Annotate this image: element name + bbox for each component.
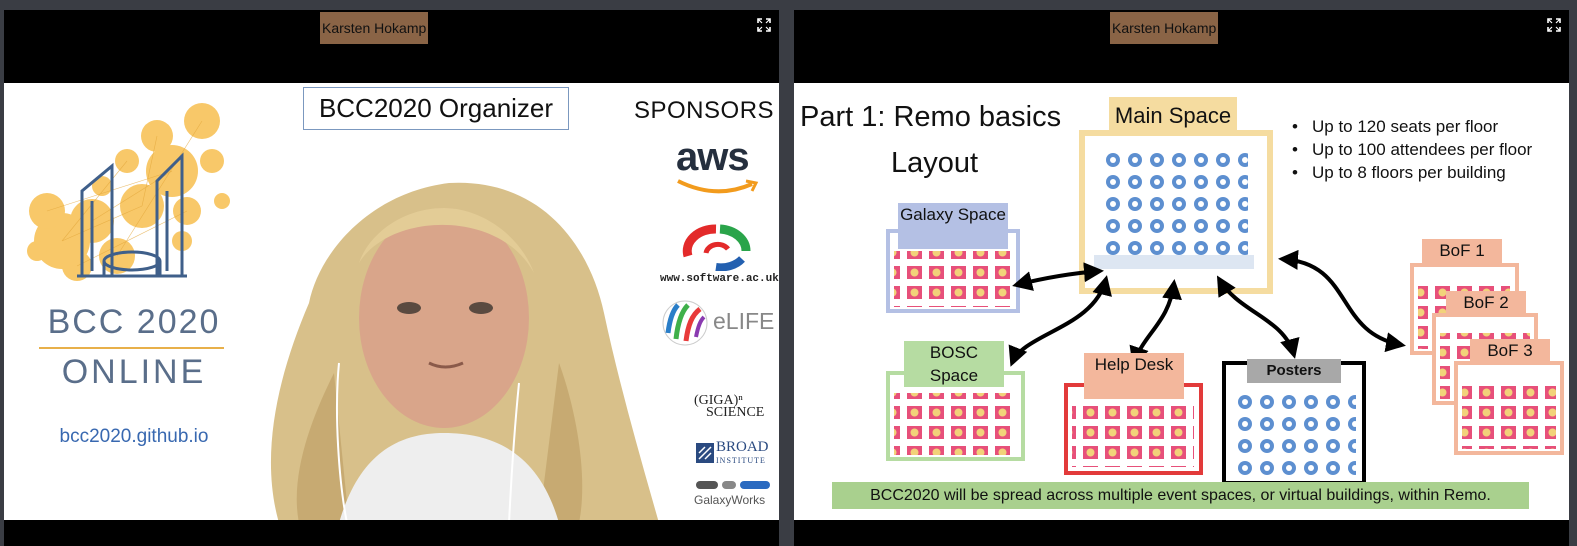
bcc-logo-graphic	[27, 103, 230, 281]
space-label-bof1: BoF 1	[1422, 239, 1502, 263]
elife-logo-icon	[662, 300, 708, 346]
broad-name: BROAD	[716, 439, 769, 455]
sponsor-broad: BROAD INSTITUTE	[716, 439, 769, 467]
space-label-bof3: BoF 3	[1470, 339, 1550, 363]
logo-divider	[39, 347, 224, 349]
participant-name-tag: Karsten Hokamp	[1110, 12, 1219, 44]
fullscreen-icon[interactable]	[757, 18, 771, 32]
broad-logo-icon	[696, 443, 714, 463]
space-label-main: Main Space	[1109, 97, 1237, 135]
organizer-label: BCC2020 Organizer	[303, 87, 569, 130]
conference-url: bcc2020.github.io	[59, 426, 209, 447]
sponsor-gigascience: (GIGA)ⁿ SCIENCE	[694, 394, 765, 420]
slide-footer-banner: BCC2020 will be spread across multiple e…	[832, 482, 1529, 509]
bcc-logo-title: BCC 2020	[47, 303, 221, 341]
sponsor-software-url: www.software.ac.uk	[660, 273, 779, 285]
sponsor-elife: eLIFE	[713, 308, 775, 334]
aws-smile-icon	[677, 179, 759, 194]
software-sustainability-logo	[682, 224, 751, 271]
video-tile-left[interactable]: Karsten Hokamp BCC 2020 ONLINE bcc2020.g…	[4, 10, 779, 546]
space-label-posters: Posters	[1247, 359, 1341, 383]
fullscreen-icon[interactable]	[1547, 18, 1561, 32]
video-tile-right[interactable]: Karsten Hokamp Part 1: Remo basics Layou…	[794, 10, 1569, 546]
shared-slide-organizer: BCC 2020 ONLINE bcc2020.github.io BCC202…	[4, 83, 779, 520]
sponsors-heading: SPONSORS	[634, 97, 775, 124]
galaxyworks-logo-icon	[696, 481, 770, 489]
presenter-video	[271, 182, 659, 520]
space-label-help-desk: Help Desk	[1084, 353, 1184, 399]
space-label-bosc: BOSC Space	[904, 341, 1004, 387]
space-label-galaxy: Galaxy Space	[898, 203, 1008, 249]
sponsor-galaxyworks: GalaxyWorks	[694, 493, 766, 507]
broad-sub: INSTITUTE	[716, 456, 766, 465]
bcc-logo-subtitle: ONLINE	[61, 353, 207, 391]
participant-name-tag: Karsten Hokamp	[320, 12, 429, 44]
shared-slide-remo-layout: Part 1: Remo basics Layout Up to 120 sea…	[794, 83, 1569, 520]
sponsor-aws-logo: aws	[676, 135, 750, 179]
space-label-bof2: BoF 2	[1446, 291, 1526, 315]
gigascience-line2: SCIENCE	[706, 405, 765, 420]
